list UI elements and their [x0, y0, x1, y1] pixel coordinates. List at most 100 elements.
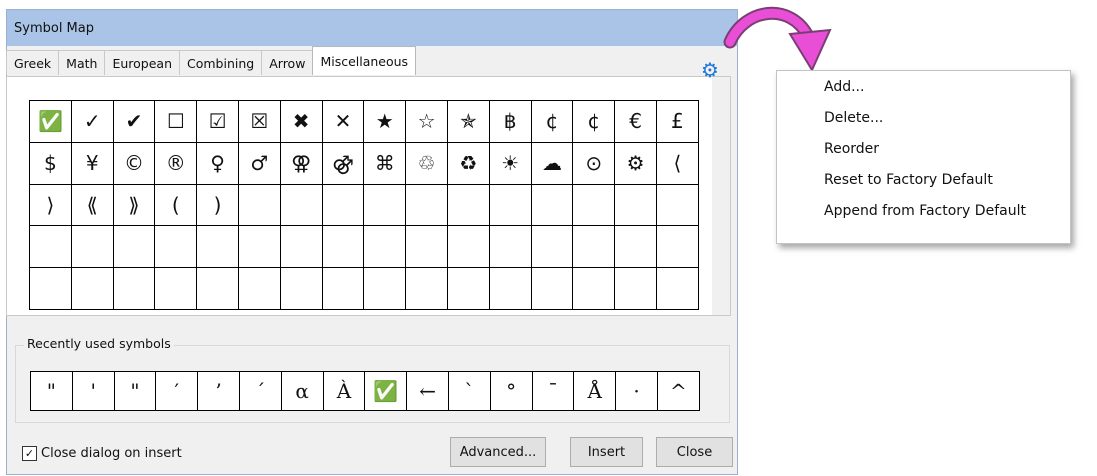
recent-symbol-cell[interactable]: ← [407, 372, 449, 411]
symbol-cell[interactable]: © [113, 142, 156, 185]
symbol-cell[interactable]: € [615, 101, 657, 143]
symbol-cell[interactable]: ® [155, 142, 198, 185]
tab-miscellaneous[interactable]: Miscellaneous [312, 46, 417, 75]
recent-symbol-cell[interactable]: α [281, 372, 324, 411]
recent-symbol-cell[interactable]: ✅ [365, 372, 408, 411]
empty-symbol-cell[interactable] [322, 184, 365, 227]
symbol-cell[interactable]: ♲ [406, 142, 448, 185]
symbol-cell[interactable]: ☑ [197, 101, 239, 143]
advanced-button[interactable]: Advanced... [450, 437, 546, 467]
recent-symbol-cell[interactable]: · [616, 372, 658, 411]
tab-combining[interactable]: Combining [179, 50, 263, 75]
symbol-cell[interactable]: ✓ [71, 101, 114, 143]
empty-symbol-cell[interactable] [364, 268, 407, 310]
panel-scrollbar[interactable] [712, 77, 730, 315]
empty-symbol-cell[interactable] [71, 226, 114, 269]
recent-symbol-cell[interactable]: " [31, 372, 73, 411]
close-on-insert-option[interactable]: ✓ Close dialog on insert [22, 446, 182, 461]
symbol-cell[interactable]: ( [155, 184, 198, 227]
menu-item-reset-factory-default[interactable]: Reset to Factory Default [777, 164, 1070, 195]
empty-symbol-cell[interactable] [531, 226, 574, 269]
close-on-insert-checkbox[interactable]: ✓ [22, 446, 37, 461]
symbol-cell[interactable]: ★ [364, 101, 407, 143]
recent-symbol-cell[interactable]: " [114, 372, 157, 411]
empty-symbol-cell[interactable] [322, 226, 365, 269]
empty-symbol-cell[interactable] [656, 226, 699, 269]
empty-symbol-cell[interactable] [280, 268, 323, 310]
symbol-cell[interactable]: ฿ [489, 101, 532, 143]
symbol-cell[interactable]: ⟩ [30, 184, 72, 227]
symbol-cell[interactable]: ¢ [531, 101, 574, 143]
empty-symbol-cell[interactable] [30, 226, 72, 269]
empty-symbol-cell[interactable] [238, 184, 281, 227]
symbol-cell[interactable]: ✯ [447, 101, 490, 143]
empty-symbol-cell[interactable] [406, 184, 448, 227]
empty-symbol-cell[interactable] [531, 184, 574, 227]
symbol-cell[interactable]: ☒ [238, 101, 281, 143]
symbol-cell[interactable]: ☁ [531, 142, 574, 185]
empty-symbol-cell[interactable] [406, 268, 448, 310]
symbol-cell[interactable]: £ [656, 101, 699, 143]
recent-symbol-cell[interactable]: ′ [156, 372, 199, 411]
symbol-cell[interactable]: $ [30, 142, 72, 185]
symbol-cell[interactable]: ♻ [447, 142, 490, 185]
symbol-cell[interactable]: ⟫ [113, 184, 156, 227]
symbol-cell[interactable]: ) [197, 184, 239, 227]
symbol-cell[interactable]: ⌘ [364, 142, 407, 185]
empty-symbol-cell[interactable] [447, 268, 490, 310]
empty-symbol-cell[interactable] [406, 226, 448, 269]
empty-symbol-cell[interactable] [447, 184, 490, 227]
empty-symbol-cell[interactable] [113, 226, 156, 269]
tab-arrow[interactable]: Arrow [261, 50, 314, 75]
empty-symbol-cell[interactable] [280, 184, 323, 227]
symbol-cell[interactable]: ⟨ [656, 142, 699, 185]
empty-symbol-cell[interactable] [531, 268, 574, 310]
symbol-cell[interactable]: ♂ [238, 142, 281, 185]
symbol-cell[interactable]: ☆ [406, 101, 448, 143]
empty-symbol-cell[interactable] [322, 268, 365, 310]
empty-symbol-cell[interactable] [615, 268, 657, 310]
menu-item-delete[interactable]: Delete... [777, 102, 1070, 133]
empty-symbol-cell[interactable] [238, 226, 281, 269]
empty-symbol-cell[interactable] [489, 268, 532, 310]
empty-symbol-cell[interactable] [573, 268, 616, 310]
recent-symbol-cell[interactable]: ` [448, 372, 491, 411]
empty-symbol-cell[interactable] [155, 226, 198, 269]
empty-symbol-cell[interactable] [615, 184, 657, 227]
recent-symbol-cell[interactable]: ' [72, 372, 115, 411]
empty-symbol-cell[interactable] [280, 226, 323, 269]
symbol-cell[interactable]: ☀ [489, 142, 532, 185]
symbol-cell[interactable]: ♀ [197, 142, 239, 185]
symbol-cell[interactable]: ⚣ [322, 142, 365, 185]
empty-symbol-cell[interactable] [656, 184, 699, 227]
empty-symbol-cell[interactable] [197, 226, 239, 269]
empty-symbol-cell[interactable] [573, 184, 616, 227]
menu-item-append-factory-default[interactable]: Append from Factory Default [777, 195, 1070, 226]
symbol-cell[interactable]: ¥ [71, 142, 114, 185]
gear-icon[interactable]: ⚙ [699, 59, 721, 81]
tab-greek[interactable]: Greek [6, 50, 60, 75]
tab-european[interactable]: European [104, 50, 180, 75]
empty-symbol-cell[interactable] [155, 268, 198, 310]
symbol-cell[interactable]: ⚙ [615, 142, 657, 185]
empty-symbol-cell[interactable] [573, 226, 616, 269]
symbol-cell[interactable]: ⊙ [573, 142, 616, 185]
empty-symbol-cell[interactable] [656, 268, 699, 310]
symbol-cell[interactable]: ⟪ [71, 184, 114, 227]
symbol-cell[interactable]: ✖ [280, 101, 323, 143]
close-button[interactable]: Close [656, 437, 733, 467]
menu-item-reorder[interactable]: Reorder [777, 133, 1070, 164]
empty-symbol-cell[interactable] [489, 226, 532, 269]
symbol-cell[interactable]: ✅ [30, 101, 72, 143]
menu-item-add[interactable]: Add... [777, 71, 1070, 102]
tab-math[interactable]: Math [58, 50, 106, 75]
symbol-cell[interactable]: ¢ [573, 101, 616, 143]
symbol-cell[interactable]: ✔ [113, 101, 156, 143]
symbol-cell[interactable]: ⚢ [280, 142, 323, 185]
recent-symbol-cell[interactable]: Å [574, 372, 617, 411]
symbol-cell[interactable]: ☐ [155, 101, 198, 143]
empty-symbol-cell[interactable] [238, 268, 281, 310]
symbol-cell[interactable]: ✕ [322, 101, 365, 143]
empty-symbol-cell[interactable] [113, 268, 156, 310]
recent-symbol-cell[interactable]: À [323, 372, 366, 411]
